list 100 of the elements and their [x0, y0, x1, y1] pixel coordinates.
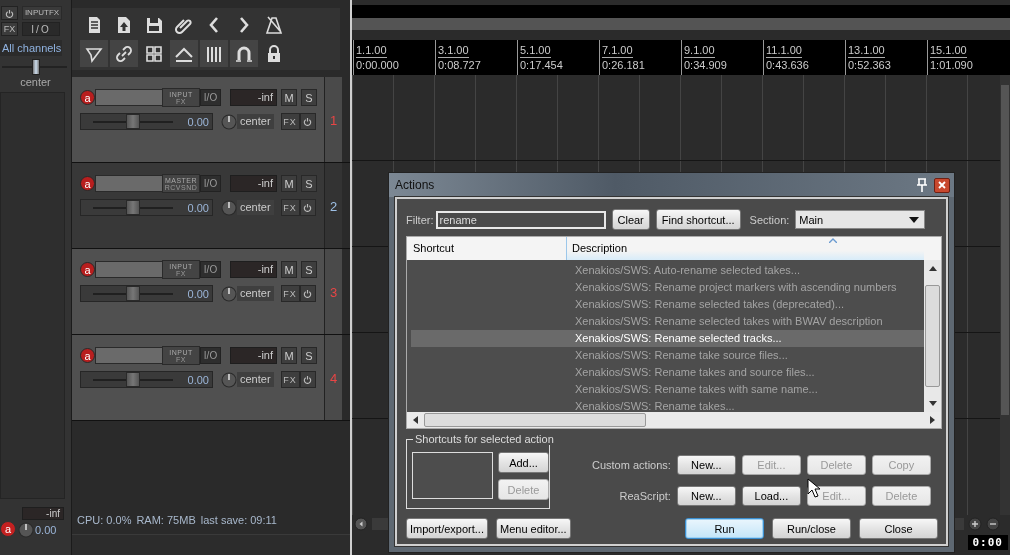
dialog-button[interactable]: Run	[685, 518, 764, 539]
scroll-left-icon[interactable]	[354, 517, 368, 531]
pan-knob[interactable]	[221, 113, 237, 130]
time-label: 0:00.000	[356, 58, 400, 72]
script-button[interactable]: New...	[676, 485, 736, 506]
pan-knob[interactable]	[221, 285, 237, 302]
io-button[interactable]: I/O	[200, 261, 221, 278]
mute-button[interactable]: M	[281, 261, 297, 278]
column-header[interactable]: Description	[567, 237, 924, 260]
scroll-thumb[interactable]	[424, 413, 646, 427]
magnet-button[interactable]	[230, 40, 258, 67]
vertical-scrollbar[interactable]	[1000, 75, 1010, 515]
fader-thumb[interactable]	[126, 371, 140, 387]
dialog-button[interactable]: Close	[859, 518, 938, 539]
channels-dropdown[interactable]: All channels	[0, 40, 62, 56]
window-title: Actions	[395, 178, 436, 192]
mute-button[interactable]: M	[281, 89, 297, 106]
pan-knob[interactable]	[221, 371, 237, 388]
close-button[interactable]	[934, 177, 950, 193]
solo-button[interactable]: S	[301, 175, 317, 192]
scroll-down-icon[interactable]	[928, 401, 937, 406]
zoom-in-icon[interactable]	[968, 517, 982, 531]
script-button[interactable]: Load...	[741, 485, 801, 506]
ramp-button[interactable]	[170, 40, 198, 67]
link-button[interactable]	[110, 40, 138, 67]
bar-label: 13.1.00	[848, 43, 885, 58]
filter-field[interactable]: rename	[435, 210, 606, 229]
fader-thumb[interactable]	[126, 199, 140, 215]
bars-button[interactable]	[200, 40, 228, 67]
pan-thumb[interactable]	[31, 59, 40, 75]
time-label: 0:52.363	[848, 58, 892, 72]
zoom-out-icon[interactable]	[986, 517, 1000, 531]
add-button[interactable]: Add...	[498, 452, 549, 473]
dialog-button[interactable]: Menu editor...	[496, 518, 571, 539]
power-icon	[303, 203, 313, 212]
bar-label: 5.1.00	[520, 43, 551, 58]
track-number: 4	[324, 335, 342, 420]
action-row[interactable]: Xenakios/SWS: Rename selected takes (deprecated)...	[411, 296, 924, 313]
bar-label: 9.1.00	[684, 43, 715, 58]
power-icon	[5, 8, 14, 18]
horizontal-scrollbar[interactable]	[407, 412, 941, 428]
record-arm-button[interactable]: a	[0, 521, 16, 537]
fader-thumb[interactable]	[126, 285, 140, 301]
action-row[interactable]: Xenakios/SWS: Rename selected takes with BWAV description	[411, 313, 924, 330]
volume-value: 0.00	[187, 373, 209, 386]
pan-knob[interactable]	[221, 199, 237, 216]
mute-button[interactable]: M	[281, 175, 297, 192]
pointer-button[interactable]	[80, 40, 108, 67]
vertical-scrollbar[interactable]	[924, 260, 941, 412]
dialog-button[interactable]: Import/export...	[406, 518, 488, 539]
volume-fader[interactable]: 0.00	[80, 285, 213, 302]
time-label: 0:43.636	[766, 58, 810, 72]
solo-button[interactable]: S	[301, 261, 317, 278]
scroll-right-icon[interactable]	[930, 416, 935, 424]
volume-fader[interactable]: 0.00	[80, 199, 213, 216]
fx-button[interactable]: FX	[280, 113, 300, 130]
time-display: 0:00	[967, 535, 1008, 550]
power-button[interactable]	[1, 6, 18, 20]
action-row[interactable]: Xenakios/SWS: Rename takes with same name...	[411, 381, 924, 398]
dialog-button[interactable]: Run/close	[772, 518, 851, 539]
action-row[interactable]: Xenakios/SWS: Auto-rename selected takes...	[411, 262, 924, 279]
scroll-up-icon[interactable]	[928, 266, 937, 271]
fx-button[interactable]: FX	[280, 371, 300, 388]
bar-label: 1.1.00	[356, 43, 387, 58]
scroll-left-icon[interactable]	[413, 416, 418, 424]
scroll-thumb[interactable]	[1001, 85, 1009, 415]
io-button[interactable]: I/O	[200, 175, 221, 192]
record-arm-button[interactable]: a	[80, 90, 95, 105]
cursor-icon	[807, 478, 821, 498]
volume-fader[interactable]: 0.00	[80, 113, 213, 130]
action-row[interactable]: Xenakios/SWS: Rename selected tracks...	[411, 330, 924, 347]
action-button[interactable]: New...	[676, 454, 736, 475]
pin-icon[interactable]	[916, 178, 928, 192]
link-icon	[114, 43, 134, 64]
scroll-thumb[interactable]	[925, 285, 940, 387]
section-dropdown[interactable]: Main	[795, 210, 926, 229]
find-shortcut-button[interactable]: Find shortcut...	[655, 209, 741, 230]
fx-button[interactable]: FX	[1, 22, 18, 36]
pan-knob[interactable]	[18, 522, 34, 538]
action-row[interactable]: Xenakios/SWS: Rename take source files...	[411, 347, 924, 364]
mute-button[interactable]: M	[281, 347, 297, 364]
record-arm-button[interactable]: a	[80, 176, 95, 191]
solo-button[interactable]: S	[301, 347, 317, 364]
io-button[interactable]: I/O	[22, 22, 60, 36]
record-arm-button[interactable]: a	[80, 262, 95, 277]
fx-button[interactable]: FX	[280, 199, 300, 216]
solo-button[interactable]: S	[301, 89, 317, 106]
volume-fader[interactable]: 0.00	[80, 371, 213, 388]
action-row[interactable]: Xenakios/SWS: Rename takes and source files...	[411, 364, 924, 381]
time-label: 0:26.181	[602, 58, 646, 72]
action-row[interactable]: Xenakios/SWS: Rename project markers with ascending numbers	[411, 279, 924, 296]
io-button[interactable]: I/O	[200, 89, 221, 106]
fx-button[interactable]: FX	[280, 285, 300, 302]
action-row[interactable]: Xenakios/SWS: Rename takes...	[411, 398, 924, 415]
clear-button[interactable]: Clear	[611, 209, 650, 230]
record-arm-button[interactable]: a	[80, 348, 95, 363]
pan-value: center	[237, 200, 274, 215]
fader-thumb[interactable]	[126, 113, 140, 129]
io-button[interactable]: I/O	[200, 347, 221, 364]
status-text: CPU: 0.0%	[77, 514, 132, 528]
